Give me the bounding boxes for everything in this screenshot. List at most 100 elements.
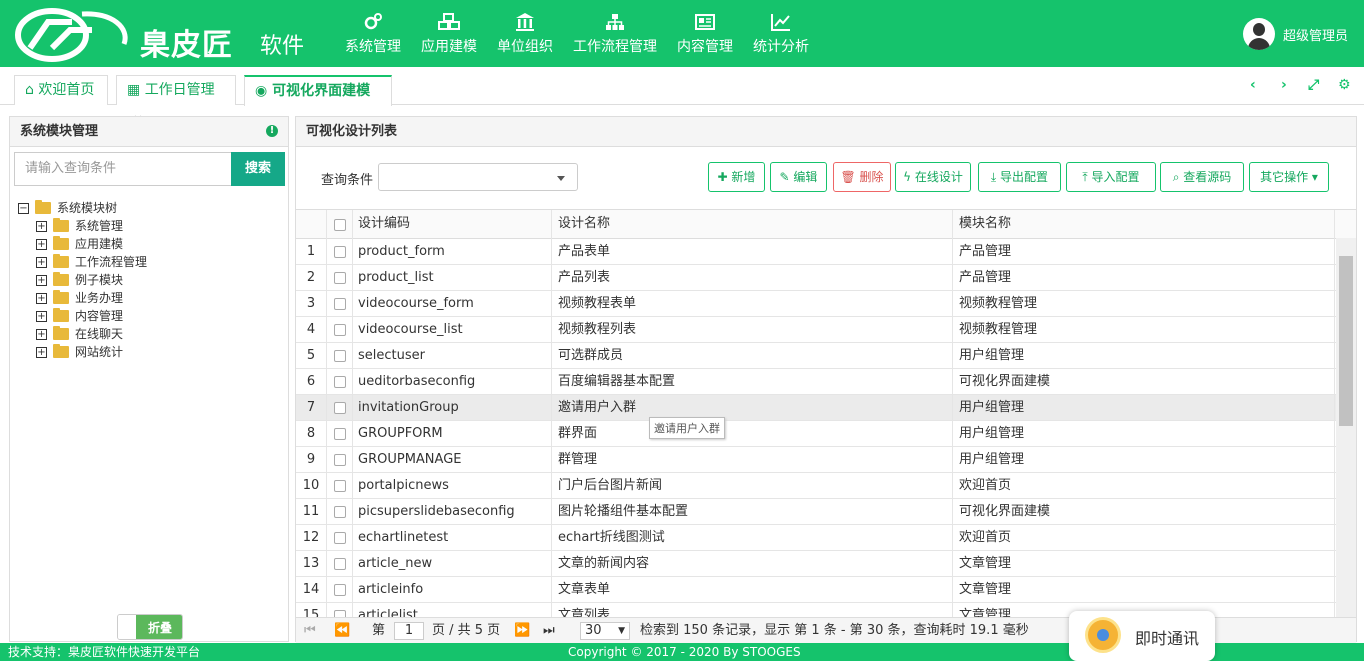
- row-checkbox[interactable]: [334, 298, 346, 310]
- row-checkbox[interactable]: [334, 272, 346, 284]
- page-size-value: 30: [585, 623, 602, 638]
- scrollbar-thumb[interactable]: [1339, 256, 1353, 426]
- select-all-checkbox[interactable]: [334, 219, 346, 231]
- expand-icon[interactable]: +: [36, 346, 47, 358]
- table-row[interactable]: 6 ueditorbaseconfig 百度编辑器基本配置 可视化界面建模: [296, 369, 1356, 395]
- table-row[interactable]: 2 product_list 产品列表 产品管理: [296, 265, 1356, 291]
- newspaper-icon: [695, 14, 715, 30]
- info-icon[interactable]: !: [266, 125, 278, 137]
- table-row[interactable]: 1 product_form 产品表单 产品管理: [296, 239, 1356, 265]
- expand-icon[interactable]: +: [36, 328, 47, 340]
- table-row[interactable]: 11 picsuperslidebaseconfig 图片轮播组件基本配置 可视化界面…: [296, 499, 1356, 525]
- cell-code: articlelist: [358, 608, 418, 617]
- chevron-right-icon[interactable]: ›: [1281, 77, 1287, 93]
- row-checkbox[interactable]: [334, 402, 346, 414]
- expand-icon[interactable]: +: [36, 256, 47, 268]
- column-header[interactable]: 设计名称: [558, 211, 610, 237]
- import-config-button[interactable]: ⤒ 导入配置: [1066, 162, 1156, 192]
- logo-icon: [15, 8, 128, 62]
- tree-node[interactable]: + 工作流程管理: [18, 253, 147, 271]
- tree-node[interactable]: + 内容管理: [18, 307, 147, 325]
- cell-code: article_new: [358, 556, 433, 571]
- other-actions-button[interactable]: 其它操作 ▾: [1249, 162, 1329, 192]
- table-row[interactable]: 7 invitationGroup 邀请用户入群 用户组管理: [296, 395, 1356, 421]
- nav-statistics[interactable]: 统计分析: [753, 12, 809, 56]
- user-menu[interactable]: 超级管理员: [1242, 18, 1348, 50]
- tree-node[interactable]: + 例子模块: [18, 271, 147, 289]
- row-checkbox[interactable]: [334, 376, 346, 388]
- row-checkbox[interactable]: [334, 246, 346, 258]
- folder-icon: [53, 290, 69, 304]
- expand-icon[interactable]: +: [36, 274, 47, 286]
- tree-label: 网站统计: [75, 345, 124, 359]
- row-checkbox[interactable]: [334, 480, 346, 492]
- collapse-button[interactable]: 折叠: [117, 614, 183, 640]
- query-select[interactable]: [378, 163, 578, 191]
- page-input[interactable]: 1: [394, 622, 424, 640]
- vertical-scrollbar[interactable]: [1336, 238, 1356, 617]
- search-input[interactable]: 请输入查询条件: [14, 152, 232, 186]
- row-checkbox[interactable]: [334, 610, 346, 617]
- nav-organization[interactable]: 单位组织: [497, 12, 553, 56]
- chevron-left-icon[interactable]: ‹: [1250, 77, 1256, 93]
- table-row[interactable]: 13 article_new 文章的新闻内容 文章管理: [296, 551, 1356, 577]
- nav-app-modeling[interactable]: 应用建模: [421, 12, 477, 56]
- tab-workday[interactable]: ▦ 工作日管理 ×: [116, 75, 236, 126]
- tree-node[interactable]: + 应用建模: [18, 235, 147, 253]
- table-row[interactable]: 14 articleinfo 文章表单 文章管理: [296, 577, 1356, 603]
- cell-module: 视频教程管理: [959, 296, 1038, 311]
- nav-system-management[interactable]: 系统管理: [345, 12, 401, 56]
- tree-node[interactable]: + 业务办理: [18, 289, 147, 307]
- row-checkbox[interactable]: [334, 506, 346, 518]
- online-design-button[interactable]: ϟ 在线设计: [895, 162, 971, 192]
- table-row[interactable]: 12 echartlinetest echart折线图测试 欢迎首页: [296, 525, 1356, 551]
- tree-node[interactable]: + 系统管理: [18, 217, 147, 235]
- view-source-button[interactable]: ⌕ 查看源码: [1160, 162, 1244, 192]
- instant-messaging-widget[interactable]: 即时通讯: [1069, 611, 1215, 661]
- export-config-button[interactable]: ⤓ 导出配置: [978, 162, 1061, 192]
- tab-welcome[interactable]: ⌂ 欢迎首页: [14, 75, 108, 105]
- tree-root[interactable]: − 系统模块树: [18, 199, 147, 217]
- page-size-select[interactable]: 30 ▼: [580, 622, 630, 640]
- delete-button[interactable]: 🗑 删除: [833, 162, 891, 192]
- last-page-icon[interactable]: ⏭: [543, 618, 555, 644]
- row-checkbox[interactable]: [334, 532, 346, 544]
- fullscreen-icon[interactable]: ⤢: [1308, 77, 1319, 93]
- collapse-icon[interactable]: −: [18, 202, 29, 214]
- next-page-icon[interactable]: ⏩: [514, 618, 530, 644]
- table-row[interactable]: 4 videocourse_list 视频教程列表 视频教程管理: [296, 317, 1356, 343]
- pencil-icon: ✎: [779, 170, 794, 184]
- tab-visual-modeling[interactable]: ◉ 可视化界面建模 ×: [244, 75, 392, 127]
- nav-workflow-management[interactable]: 工作流程管理: [573, 12, 657, 56]
- first-page-icon[interactable]: ⏮: [304, 618, 316, 644]
- cell-code: product_form: [358, 244, 445, 259]
- expand-icon[interactable]: +: [36, 292, 47, 304]
- copyright: Copyright © 2017 - 2020 By STOOGES: [568, 645, 801, 659]
- add-button[interactable]: ✚ 新增: [708, 162, 765, 192]
- search-button[interactable]: 搜索: [231, 152, 285, 186]
- table-row[interactable]: 5 selectuser 可选群成员 用户组管理: [296, 343, 1356, 369]
- tooltip: 邀请用户入群: [649, 417, 725, 439]
- tree-node[interactable]: + 网站统计: [18, 343, 147, 361]
- gear-icon[interactable]: ⚙: [1338, 77, 1351, 93]
- edit-button[interactable]: ✎ 编辑: [770, 162, 827, 192]
- table-row[interactable]: 9 GROUPMANAGE 群管理 用户组管理: [296, 447, 1356, 473]
- expand-icon[interactable]: +: [36, 238, 47, 250]
- row-checkbox[interactable]: [334, 584, 346, 596]
- table-row[interactable]: 3 videocourse_form 视频教程表单 视频教程管理: [296, 291, 1356, 317]
- table-row[interactable]: 10 portalpicnews 门户后台图片新闻 欢迎首页: [296, 473, 1356, 499]
- column-header[interactable]: 设计编码: [358, 211, 410, 237]
- column-header[interactable]: 模块名称: [959, 211, 1011, 237]
- nav-content-management[interactable]: 内容管理: [677, 12, 733, 56]
- table-row[interactable]: 8 GROUPFORM 群界面 用户组管理: [296, 421, 1356, 447]
- row-checkbox[interactable]: [334, 558, 346, 570]
- expand-icon[interactable]: +: [36, 220, 47, 232]
- row-checkbox[interactable]: [334, 428, 346, 440]
- row-checkbox[interactable]: [334, 350, 346, 362]
- prev-page-icon[interactable]: ⏪: [334, 618, 350, 644]
- tree-node[interactable]: + 在线聊天: [18, 325, 147, 343]
- button-label: 在线设计: [914, 170, 963, 184]
- row-checkbox[interactable]: [334, 324, 346, 336]
- row-checkbox[interactable]: [334, 454, 346, 466]
- expand-icon[interactable]: +: [36, 310, 47, 322]
